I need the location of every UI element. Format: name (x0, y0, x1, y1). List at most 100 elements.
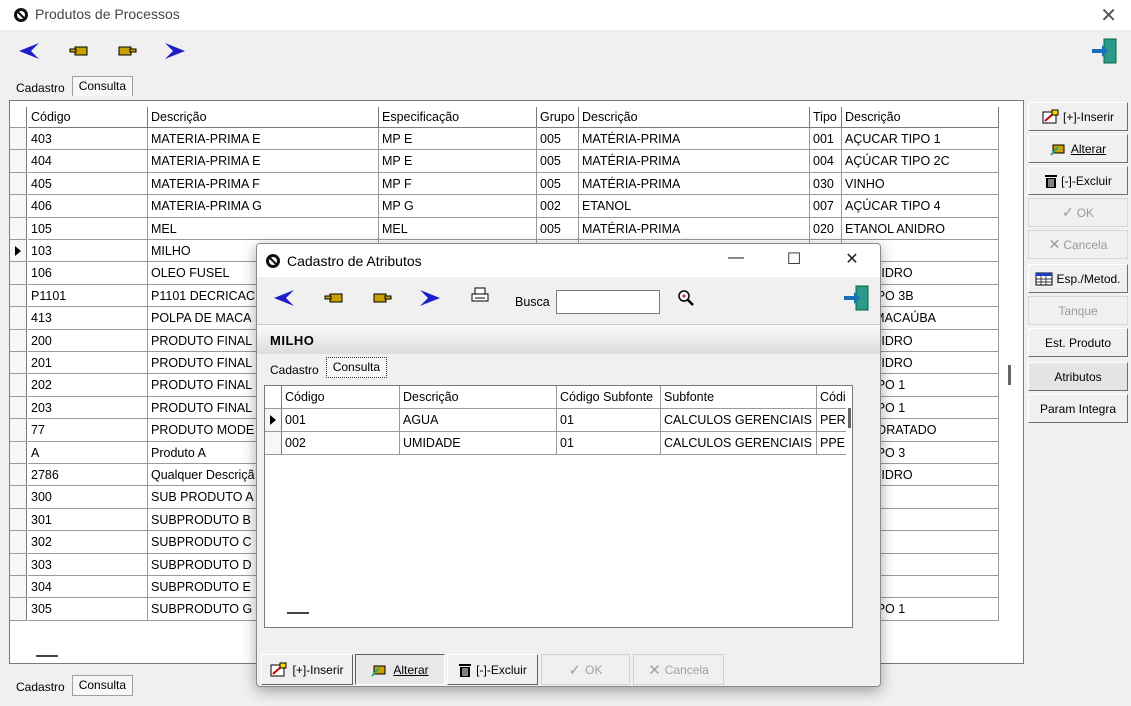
cell-codigo[interactable]: 405 (28, 172, 148, 196)
last-record-button[interactable] (162, 38, 188, 64)
table-row[interactable]: 406 MATERIA-PRIMA G MP G 002 ETANOL 007 AÇÚCAR… (10, 195, 1010, 218)
dlg-col-header-codigo-subfonte[interactable]: Código Subfonte (557, 386, 661, 409)
cell-codigo[interactable]: 103 (28, 240, 148, 263)
cell-descricao-tipo[interactable]: AÇUCAR TIPO 1 (842, 128, 999, 151)
exit-button[interactable] (1090, 37, 1120, 67)
dlg-insert-button[interactable]: [+]-Inserir (261, 654, 353, 685)
dlg-previous-record-button[interactable] (321, 285, 347, 311)
tab-consulta[interactable]: Consulta (71, 76, 134, 96)
cell-tipo[interactable]: 030 (810, 172, 842, 196)
cell-codigo[interactable]: P1101 (28, 284, 148, 308)
row-indicator[interactable] (10, 553, 27, 576)
row-indicator[interactable] (10, 329, 27, 352)
cell-codigo[interactable]: 404 (28, 150, 148, 173)
cell-codigo[interactable]: 406 (28, 195, 148, 218)
cell-descricao[interactable]: UMIDADE (400, 432, 557, 455)
table-row[interactable]: 404 MATERIA-PRIMA E MP E 005 MATÉRIA-PRIMA 00… (10, 150, 1010, 173)
dlg-col-header-descricao[interactable]: Descrição (400, 386, 557, 409)
cell-descricao-grupo[interactable]: MATÉRIA-PRIMA (579, 217, 810, 240)
dlg-ok-button[interactable]: ✓ OK (541, 654, 630, 685)
previous-record-button[interactable] (66, 38, 92, 64)
next-record-button[interactable] (114, 38, 140, 64)
cell-descricao-grupo[interactable]: ETANOL (579, 195, 810, 218)
spec-method-button[interactable]: Esp./Metod. (1028, 264, 1128, 293)
cell-codigo[interactable]: 106 (28, 262, 148, 285)
print-button[interactable] (467, 283, 493, 309)
cell-especificacao[interactable]: MP G (379, 195, 537, 218)
dlg-col-header-codigo-2[interactable]: Códi (817, 386, 852, 409)
cell-tipo[interactable]: 020 (810, 217, 842, 240)
cell-grupo[interactable]: 005 (537, 128, 579, 151)
zoom-search-button[interactable] (673, 285, 699, 311)
col-header-descricao[interactable]: Descrição (148, 107, 379, 128)
cell-subfonte[interactable]: CALCULOS GERENCIAIS (661, 409, 817, 432)
col-header-grupo[interactable]: Grupo (537, 107, 579, 128)
cell-especificacao[interactable]: MEL (379, 217, 537, 240)
cell-descricao[interactable]: MATERIA-PRIMA F (148, 172, 379, 196)
col-header-descricao-grupo[interactable]: Descrição (579, 107, 810, 128)
cell-codigo[interactable]: 001 (282, 409, 400, 432)
cell-descricao-tipo[interactable]: AÇÚCAR TIPO 4 (842, 195, 999, 218)
row-indicator[interactable] (10, 486, 27, 509)
row-indicator[interactable] (10, 352, 27, 375)
cell-codigo[interactable]: 203 (28, 396, 148, 420)
cell-codigo[interactable]: 2786 (28, 464, 148, 487)
cell-codigo[interactable]: 201 (28, 352, 148, 375)
row-indicator[interactable] (10, 464, 27, 487)
est-product-button[interactable]: Est. Produto (1028, 328, 1128, 357)
attributes-button[interactable]: Atributos (1028, 362, 1128, 391)
cell-especificacao[interactable]: MP F (379, 172, 537, 196)
cell-grupo[interactable]: 005 (537, 150, 579, 173)
cell-codigo[interactable]: 413 (28, 307, 148, 330)
cell-codigo[interactable]: 302 (28, 531, 148, 554)
minimize-icon[interactable]: — (721, 249, 751, 267)
dlg-last-record-button[interactable] (417, 285, 443, 311)
dialog-close-icon[interactable]: ✕ (837, 249, 867, 269)
row-indicator[interactable] (10, 128, 27, 151)
table-row[interactable]: 002 UMIDADE 01 CALCULOS GERENCIAIS PPER (265, 432, 852, 455)
dlg-exit-button[interactable] (842, 284, 872, 314)
cell-codigo[interactable]: 301 (28, 508, 148, 532)
row-indicator[interactable] (265, 432, 282, 455)
alter-button[interactable]: Alterar (1028, 134, 1128, 163)
dlg-next-record-button[interactable] (369, 285, 395, 311)
vertical-scrollbar-thumb[interactable] (1008, 365, 1011, 385)
row-indicator[interactable] (10, 531, 27, 554)
cell-subfonte[interactable]: CALCULOS GERENCIAIS (661, 432, 817, 455)
cell-tipo[interactable]: 004 (810, 150, 842, 173)
cell-codigo[interactable]: 105 (28, 217, 148, 240)
row-indicator[interactable] (10, 172, 27, 196)
col-header-especificacao[interactable]: Especificação (379, 107, 537, 128)
cell-codigo[interactable]: 200 (28, 329, 148, 352)
cell-descricao[interactable]: MEL (148, 217, 379, 240)
cell-grupo[interactable]: 005 (537, 172, 579, 196)
cell-descricao[interactable]: MATERIA-PRIMA G (148, 195, 379, 218)
col-header-codigo[interactable]: Código (28, 107, 148, 128)
dlg-scrollbar-thumb[interactable] (848, 408, 851, 428)
dlg-tab-consulta[interactable]: Consulta (325, 357, 388, 378)
first-record-button[interactable] (16, 38, 42, 64)
dlg-alter-button[interactable]: Alterar (355, 654, 445, 685)
dlg-first-record-button[interactable] (271, 285, 297, 311)
row-indicator[interactable] (10, 262, 27, 285)
cell-grupo[interactable]: 002 (537, 195, 579, 218)
dlg-vertical-scrollbar[interactable] (846, 408, 852, 627)
col-header-descricao-tipo[interactable]: Descrição (842, 107, 999, 128)
cell-codigo[interactable]: 77 (28, 419, 148, 442)
cell-codigo[interactable]: 403 (28, 128, 148, 151)
cell-descricao-tipo[interactable]: AÇÚCAR TIPO 2C (842, 150, 999, 173)
table-row[interactable]: 405 MATERIA-PRIMA F MP F 005 MATÉRIA-PRIMA 03… (10, 172, 1010, 196)
row-indicator[interactable] (10, 240, 27, 263)
cell-descricao-tipo[interactable]: VINHO (842, 172, 999, 196)
cell-especificacao[interactable]: MP E (379, 150, 537, 173)
row-indicator[interactable] (10, 598, 27, 621)
row-indicator[interactable] (10, 217, 27, 240)
table-row[interactable]: 403 MATERIA-PRIMA E MP E 005 MATÉRIA-PRIMA 00… (10, 128, 1010, 151)
cell-descricao-grupo[interactable]: MATÉRIA-PRIMA (579, 172, 810, 196)
row-indicator[interactable] (10, 195, 27, 218)
row-indicator[interactable] (10, 441, 27, 464)
ok-button[interactable]: ✓ OK (1028, 198, 1128, 227)
cell-codigo-subfonte[interactable]: 01 (557, 432, 661, 455)
cell-codigo-subfonte[interactable]: 01 (557, 409, 661, 432)
delete-button[interactable]: [-]-Excluir (1028, 166, 1128, 195)
